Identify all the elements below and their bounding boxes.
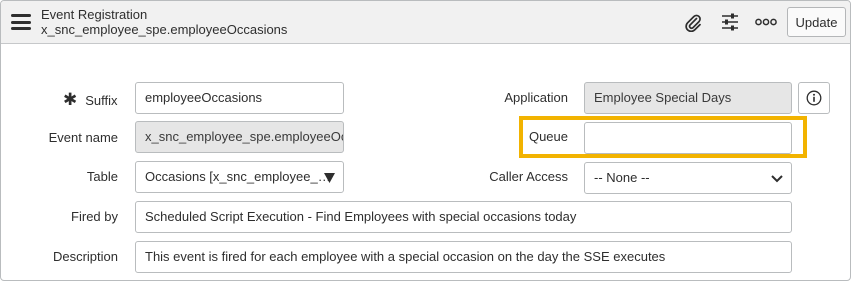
chevron-down-icon xyxy=(771,175,783,183)
fired-by-input[interactable]: Scheduled Script Execution - Find Employ… xyxy=(135,201,792,233)
paperclip-icon[interactable] xyxy=(682,11,704,33)
event-name-field: x_snc_employee_spe.employeeOccasions xyxy=(135,121,344,153)
caller-access-value: -- None -- xyxy=(594,170,650,185)
description-label: Description xyxy=(52,249,118,264)
suffix-input[interactable]: employeeOccasions xyxy=(135,82,344,114)
application-label: Application xyxy=(504,90,568,105)
table-label: Table xyxy=(86,169,118,184)
form-header: Event Registration x_snc_employee_spe.em… xyxy=(1,1,850,44)
record-subtitle: x_snc_employee_spe.employeeOccasions xyxy=(41,22,288,37)
suffix-label-group: ✱ Suffix xyxy=(63,90,118,110)
update-button[interactable]: Update xyxy=(787,7,846,37)
queue-input[interactable] xyxy=(584,122,792,154)
application-field: Employee Special Days xyxy=(584,82,792,114)
more-icon[interactable] xyxy=(755,11,777,33)
table-select[interactable]: Occasions [x_snc_employee_… xyxy=(135,161,344,193)
info-icon xyxy=(806,90,822,106)
event-name-label: Event name xyxy=(48,130,118,145)
fired-by-label: Fired by xyxy=(71,209,118,224)
suffix-label: Suffix xyxy=(85,93,118,108)
table-select-value: Occasions [x_snc_employee_… xyxy=(145,169,331,184)
info-button[interactable] xyxy=(798,82,830,114)
caret-down-icon xyxy=(324,173,335,183)
page-title: Event Registration xyxy=(41,7,148,22)
description-input[interactable]: This event is fired for each employee wi… xyxy=(135,241,792,273)
menu-icon[interactable] xyxy=(11,14,31,30)
caller-access-select[interactable]: -- None -- xyxy=(584,162,792,194)
required-icon: ✱ xyxy=(63,90,78,109)
sliders-icon[interactable] xyxy=(719,11,741,33)
caller-access-label: Caller Access xyxy=(489,169,568,184)
form-frame: Event Registration x_snc_employee_spe.em… xyxy=(0,0,851,281)
queue-label: Queue xyxy=(528,129,568,144)
